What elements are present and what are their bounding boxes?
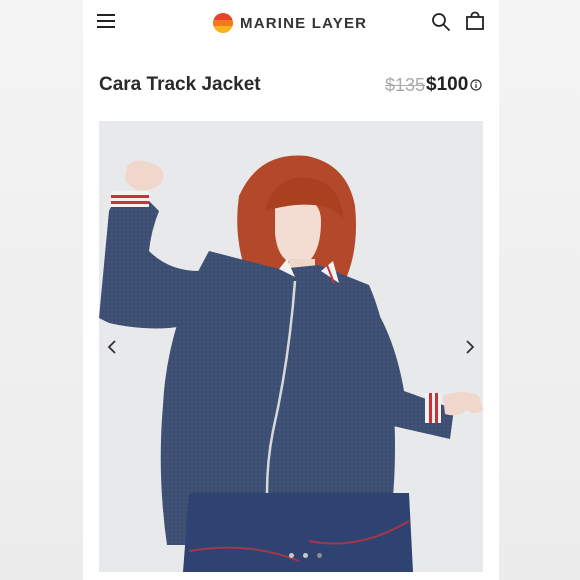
- carousel-dot-active[interactable]: [317, 553, 322, 558]
- chevron-left-icon[interactable]: [103, 337, 123, 357]
- hamburger-menu-icon[interactable]: [97, 14, 115, 28]
- carousel-dots: [289, 553, 322, 558]
- product-photo: [99, 121, 483, 572]
- sale-price: $100: [426, 74, 469, 95]
- product-title-row: Cara Track Jacket $135 $100: [83, 70, 499, 100]
- original-price: $135: [385, 75, 426, 95]
- search-icon[interactable]: [431, 12, 451, 32]
- site-header: MARINE LAYER: [83, 0, 499, 46]
- carousel-dot[interactable]: [303, 553, 308, 558]
- logo-sun-icon: [213, 13, 233, 33]
- carousel-dot[interactable]: [289, 553, 294, 558]
- product-title: Cara Track Jacket: [99, 74, 261, 95]
- chevron-right-icon[interactable]: [459, 337, 479, 357]
- right-background: [499, 0, 580, 580]
- brand-name: MARINE LAYER: [240, 14, 368, 32]
- product-image-carousel[interactable]: [99, 121, 483, 572]
- mobile-page: MARINE LAYER Cara Track Jacket $135 $100: [83, 0, 499, 580]
- info-icon[interactable]: [470, 79, 482, 91]
- left-background: [0, 0, 83, 580]
- shopping-bag-icon[interactable]: [465, 11, 485, 31]
- brand-logo[interactable]: MARINE LAYER: [213, 12, 367, 34]
